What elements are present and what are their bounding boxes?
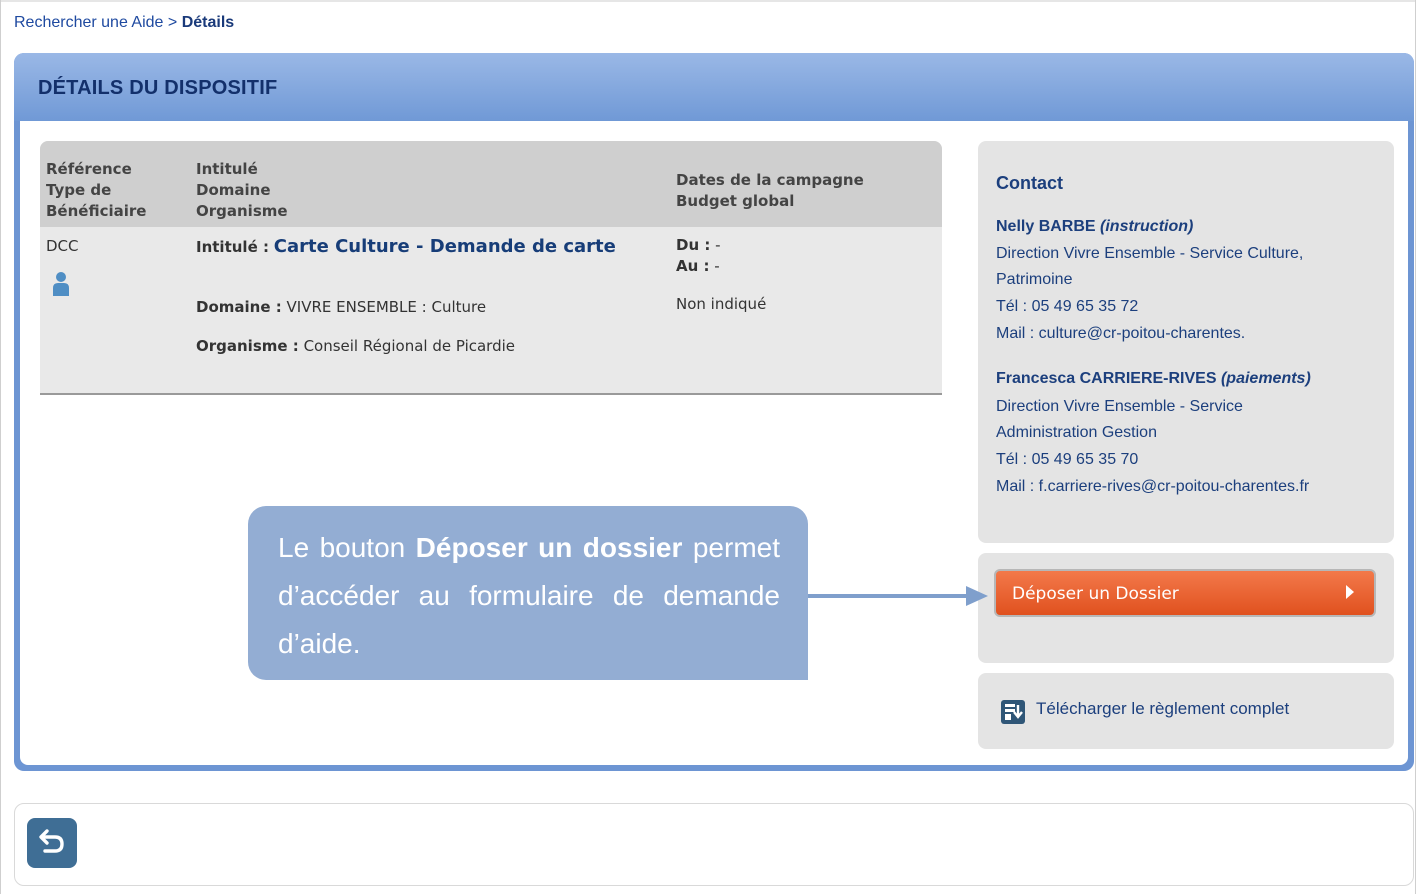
panel-header: DÉTAILS DU DISPOSITIF <box>14 53 1414 121</box>
header-label: Type de <box>46 181 112 199</box>
header-col-dates: Dates de la campagne Budget global <box>676 170 864 212</box>
panel-title: DÉTAILS DU DISPOSITIF <box>38 77 278 99</box>
contact-2-service: Direction Vivre Ensemble - Service <box>996 398 1243 415</box>
du-value: - <box>715 236 721 254</box>
contact-1-service: Direction Vivre Ensemble - Service Cultu… <box>996 245 1304 262</box>
du-label: Du : <box>676 236 711 254</box>
breadcrumb-current: Détails <box>181 14 235 31</box>
contact-2-email[interactable]: Mail : f.carriere-rives@cr-poitou-charen… <box>996 478 1309 496</box>
tutorial-callout: Le bouton Déposer un dossier permet d’ac… <box>248 506 808 680</box>
domaine-label: Domaine : <box>196 298 282 316</box>
header-label: Organisme <box>196 202 288 220</box>
date-start: Du : - <box>676 236 721 254</box>
budget-value: Non indiqué <box>676 295 767 313</box>
contact-box: Contact Nelly BARBE (instruction) Direct… <box>978 141 1394 543</box>
contact-2-name-line: Francesca CARRIERE-RIVES (paiements) <box>996 370 1311 388</box>
contact-1-service: Patrimoine <box>996 271 1073 288</box>
header-label: Domaine <box>196 181 271 199</box>
callout-text-bold: Déposer un dossier <box>415 532 683 563</box>
header-label: Dates de la campagne <box>676 171 864 189</box>
contact-2-service: Administration Gestion <box>996 424 1157 441</box>
contact-2-phone: Tél : 05 49 65 35 70 <box>996 451 1139 468</box>
footer-bar <box>14 803 1414 886</box>
callout-text-before: Le bouton <box>278 532 416 563</box>
download-icon <box>1001 700 1025 724</box>
deposer-dossier-button[interactable]: Déposer un Dossier <box>994 569 1376 617</box>
contact-1-email[interactable]: Mail : culture@cr-poitou-charentes. <box>996 325 1245 343</box>
organisme-label: Organisme : <box>196 337 299 355</box>
window-left-edge <box>0 0 1 894</box>
contact-1-name: Nelly BARBE <box>996 218 1096 235</box>
back-button[interactable] <box>27 818 77 868</box>
callout-text: Le bouton Déposer un dossier permet d’ac… <box>278 524 780 668</box>
dispositif-table: Référence Type de Bénéficiaire Intitulé … <box>40 141 942 395</box>
deposer-dossier-label: Déposer un Dossier <box>1012 584 1179 604</box>
header-col-intitule: Intitulé Domaine Organisme <box>196 159 288 222</box>
au-value: - <box>714 257 720 275</box>
contact-2-name: Francesca CARRIERE-RIVES <box>996 370 1217 387</box>
table-header: Référence Type de Bénéficiaire Intitulé … <box>40 141 942 227</box>
download-label: Télécharger le règlement complet <box>1036 699 1290 718</box>
header-label: Budget global <box>676 192 795 210</box>
au-label: Au : <box>676 257 710 275</box>
header-col-reference: Référence Type de Bénéficiaire <box>46 159 146 222</box>
header-label: Bénéficiaire <box>46 202 147 220</box>
window-top-edge <box>0 0 1416 2</box>
organisme-value: Conseil Régional de Picardie <box>303 337 516 355</box>
header-label: Référence <box>46 160 132 178</box>
undo-arrow-icon <box>39 829 64 853</box>
contact-2-role: (paiements) <box>1220 370 1311 387</box>
contact-title: Contact <box>996 173 1063 193</box>
callout-arrow-line <box>808 594 966 598</box>
organisme-line: Organisme : Conseil Régional de Picardie <box>196 337 515 355</box>
intitule-label: Intitulé : <box>196 238 269 256</box>
contact-1-role: (instruction) <box>1100 218 1194 235</box>
date-end: Au : - <box>676 257 720 275</box>
callout-arrow-head-icon <box>966 586 988 606</box>
action-box: Déposer un Dossier <box>978 553 1394 663</box>
breadcrumb: Rechercher une Aide > Détails <box>14 14 234 32</box>
intitule-value: Carte Culture - Demande de carte <box>273 236 616 257</box>
intitule-line: Intitulé : Carte Culture - Demande de ca… <box>196 235 636 259</box>
contact-1-name-line: Nelly BARBE (instruction) <box>996 218 1193 236</box>
domaine-line: Domaine : VIVRE ENSEMBLE : Culture <box>196 298 486 316</box>
download-box: Télécharger le règlement complet <box>978 673 1394 749</box>
beneficiary-person-icon <box>53 272 69 296</box>
header-label: Intitulé <box>196 160 258 178</box>
breadcrumb-link-search[interactable]: Rechercher une Aide <box>14 14 163 31</box>
play-arrow-icon <box>1346 585 1354 599</box>
domaine-value: VIVRE ENSEMBLE : Culture <box>286 298 487 316</box>
reference-value: DCC <box>46 237 79 255</box>
contact-1-phone: Tél : 05 49 65 35 72 <box>996 298 1139 315</box>
breadcrumb-separator: > <box>167 14 178 31</box>
